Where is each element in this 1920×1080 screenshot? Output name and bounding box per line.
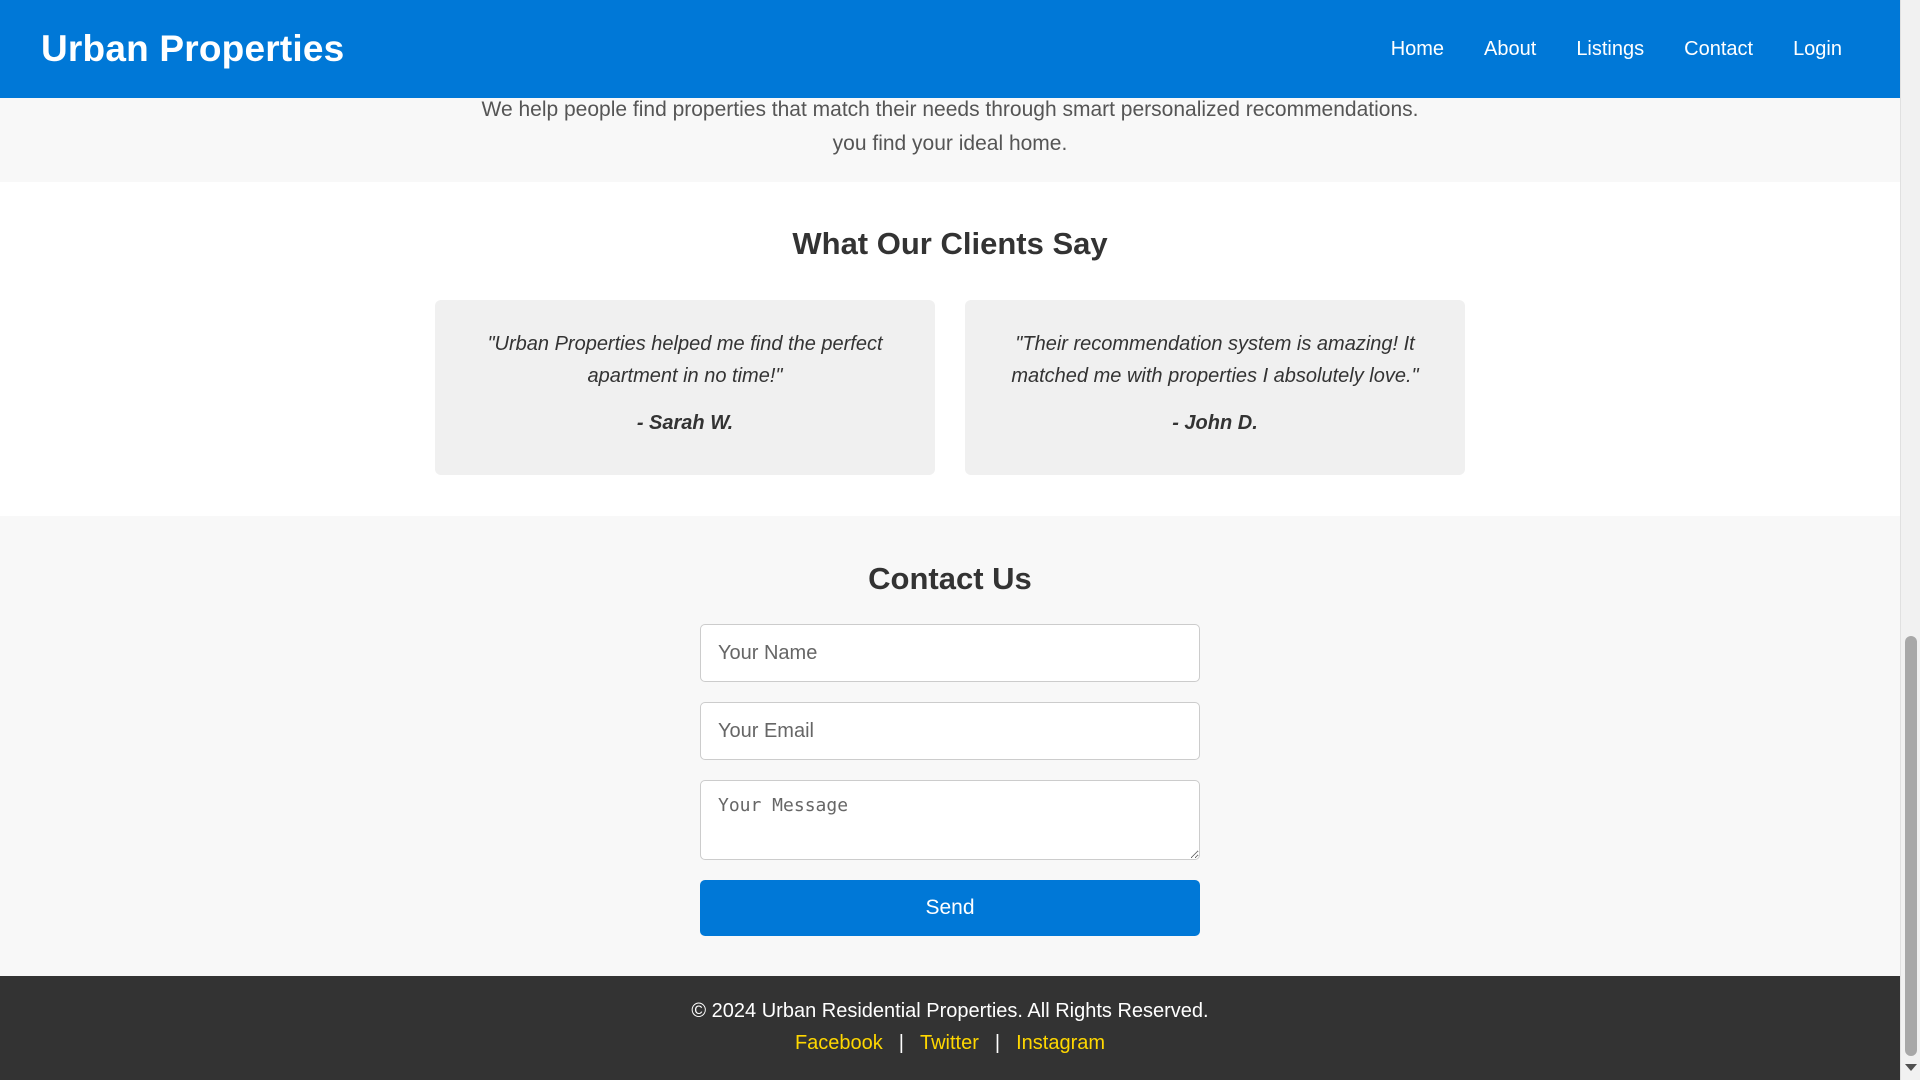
page: We help people find properties that matc… [0, 0, 1900, 1080]
testimonials-section: What Our Clients Say "Urban Properties h… [0, 182, 1900, 516]
name-field[interactable] [700, 624, 1200, 682]
twitter-link[interactable]: Twitter [920, 1032, 979, 1054]
site-header: Urban Properties Home About Listings Con… [0, 0, 1900, 98]
about-text-partial: We help people find properties that matc… [481, 98, 1419, 121]
testimonial-quote: "Their recommendation system is amazing!… [1011, 333, 1419, 387]
facebook-link[interactable]: Facebook [795, 1032, 883, 1054]
scroll-down-arrow-icon[interactable] [1905, 1064, 1917, 1071]
nav-listings[interactable]: Listings [1576, 36, 1644, 62]
testimonial-card: "Their recommendation system is amazing!… [965, 300, 1465, 475]
footer-separator: | [994, 1032, 1001, 1054]
site-logo[interactable]: Urban Properties [41, 27, 344, 70]
about-text: you find your ideal home. [832, 132, 1068, 155]
nav-home[interactable]: Home [1391, 36, 1444, 62]
testimonial-author: - Sarah W. [636, 412, 734, 434]
send-button[interactable]: Send [700, 880, 1200, 936]
testimonial-quote: "Urban Properties helped me find the per… [487, 333, 883, 387]
email-field[interactable] [700, 702, 1200, 760]
social-links: Facebook | Twitter | Instagram [0, 1030, 1900, 1056]
page-scrollbar[interactable] [1900, 0, 1920, 1080]
scrollbar-thumb[interactable] [1905, 636, 1917, 1056]
testimonial-card: "Urban Properties helped me find the per… [435, 300, 935, 475]
nav-login[interactable]: Login [1793, 36, 1842, 62]
main-nav: Home About Listings Contact Login [1391, 36, 1842, 62]
site-footer: © 2024 Urban Residential Properties. All… [0, 976, 1900, 1080]
instagram-link[interactable]: Instagram [1016, 1032, 1105, 1054]
footer-copyright: © 2024 Urban Residential Properties. All… [691, 1000, 1209, 1022]
testimonial-author: - John D. [1172, 412, 1258, 434]
contact-title: Contact Us [868, 561, 1032, 596]
testimonials-title: What Our Clients Say [792, 226, 1108, 261]
nav-about[interactable]: About [1484, 36, 1536, 62]
nav-contact[interactable]: Contact [1684, 36, 1753, 62]
contact-section: Contact Us Send [0, 516, 1900, 976]
footer-separator: | [898, 1032, 904, 1054]
message-field[interactable] [700, 780, 1200, 860]
